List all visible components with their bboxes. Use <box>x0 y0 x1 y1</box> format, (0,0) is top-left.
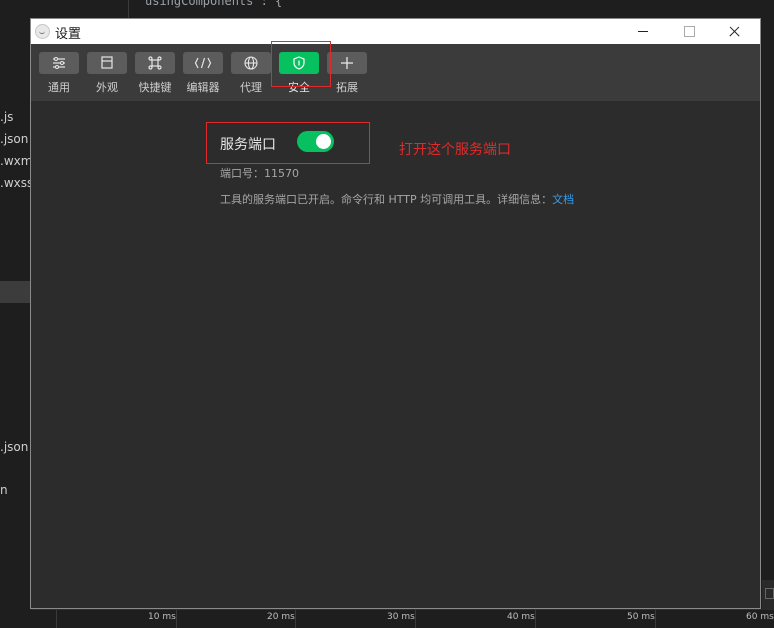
annotation-box-service-port <box>206 122 370 164</box>
tab-label: 代理 <box>240 81 262 94</box>
timeline-tick: 10 ms <box>148 612 176 622</box>
file-tree-item[interactable]: .js <box>0 110 13 124</box>
file-tree-item[interactable]: n <box>0 483 8 497</box>
security-settings-panel: 服务端口 端口号：11570 工具的服务端口已开启。命令行和 HTTP 均可调用… <box>31 101 760 608</box>
timeline-tick: 40 ms <box>507 612 535 622</box>
timeline-gridline <box>535 610 536 628</box>
port-number-text: 端口号：11570 <box>220 167 299 180</box>
settings-toolbar: 通用 外观 快捷键 编辑器 代理 安全 拓展 <box>31 44 760 101</box>
timeline-gridline <box>655 610 656 628</box>
plus-icon <box>327 52 367 74</box>
tab-label: 编辑器 <box>186 81 220 94</box>
globe-icon <box>231 52 271 74</box>
timeline-gridline <box>176 610 177 628</box>
editor-code-line: usingComponents": { <box>145 0 283 8</box>
window-title: 设置 <box>55 27 82 42</box>
shortcut-icon <box>135 52 175 74</box>
file-tree-selection <box>0 281 30 303</box>
service-port-description: 工具的服务端口已开启。命令行和 HTTP 均可调用工具。详细信息：文档 <box>220 191 574 207</box>
performance-timeline: 10 ms 20 ms 30 ms 40 ms 50 ms 60 ms <box>31 609 774 628</box>
editor-code-icon <box>183 52 223 74</box>
docs-link[interactable]: 文档 <box>552 193 574 206</box>
app-logo-icon <box>35 24 50 39</box>
file-tree-item[interactable]: .json <box>0 132 28 146</box>
tab-label: 快捷键 <box>138 81 172 94</box>
timeline-tick: 60 ms <box>746 612 774 622</box>
timeline-gridline <box>56 610 57 628</box>
timeline-tick: 20 ms <box>267 612 295 622</box>
file-tree-item[interactable]: .wxss <box>0 176 33 190</box>
description-text: 工具的服务端口已开启。命令行和 HTTP 均可调用工具。详细信息： <box>220 193 553 206</box>
minimize-button[interactable] <box>620 19 666 44</box>
window-titlebar[interactable]: 设置 <box>31 19 760 44</box>
settings-window: 设置 通用 外观 快捷键 编辑器 代理 安全 拓展 服务端口 端口号：11570… <box>30 18 761 609</box>
panel-toggle-icon[interactable] <box>765 588 774 599</box>
tab-label: 外观 <box>96 81 118 94</box>
appearance-icon <box>87 52 127 74</box>
tab-editor[interactable]: 编辑器 <box>183 52 223 95</box>
annotation-box-security-tab <box>271 41 331 87</box>
general-settings-icon <box>39 52 79 74</box>
tab-label: 通用 <box>48 81 70 94</box>
tab-appearance[interactable]: 外观 <box>87 52 127 95</box>
maximize-button[interactable] <box>666 19 712 44</box>
tab-extensions[interactable]: 拓展 <box>327 52 367 95</box>
timeline-gridline <box>295 610 296 628</box>
file-tree-item[interactable]: .json <box>0 440 28 454</box>
editor-gutter-divider <box>128 0 129 18</box>
timeline-tick: 30 ms <box>387 612 415 622</box>
tab-proxy[interactable]: 代理 <box>231 52 271 95</box>
close-button[interactable] <box>712 19 758 44</box>
tab-general[interactable]: 通用 <box>39 52 79 95</box>
timeline-tick: 50 ms <box>627 612 655 622</box>
tab-label: 拓展 <box>336 81 358 94</box>
tab-shortcuts[interactable]: 快捷键 <box>135 52 175 95</box>
annotation-text: 打开这个服务端口 <box>399 142 511 158</box>
timeline-gridline <box>415 610 416 628</box>
